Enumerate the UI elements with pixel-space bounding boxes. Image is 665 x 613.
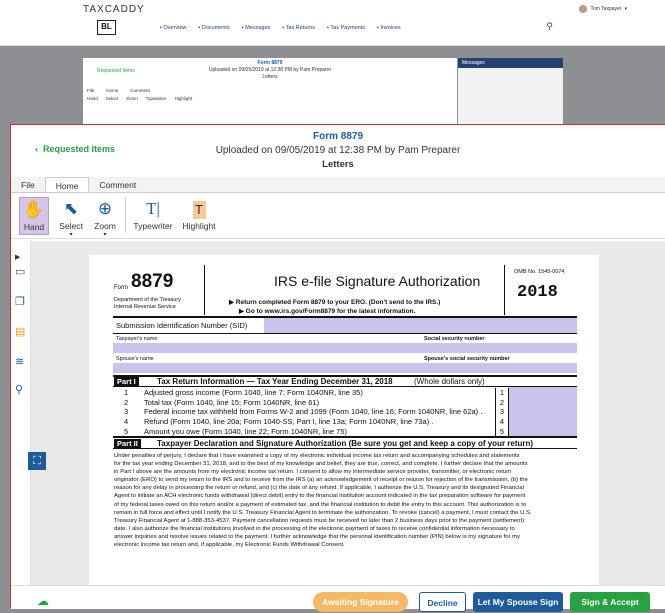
sid-label: Submission Identification Number (SID) [116, 321, 248, 330]
part1-box-numbers: 12345 [495, 388, 509, 437]
bg-uploaded: Uploaded on 09/05/2019 at 12:38 PM by Pa… [208, 67, 332, 73]
part1-amount-fields[interactable] [509, 387, 577, 436]
document-viewer[interactable]: Form 8879 Department of the Treasury Int… [31, 241, 665, 585]
part1-lines: Adjusted gross income (Form 1040, line 7… [144, 388, 482, 437]
avatar [579, 5, 588, 13]
brand-mark: BL [97, 20, 116, 35]
ssn-label: Social security number [424, 336, 485, 342]
omb-number: OMB No. 1545-0074 [514, 269, 565, 275]
toolbar-divider [125, 197, 126, 233]
modal-header: ‹ Requested Items Form 8879 Uploaded on … [11, 125, 665, 175]
part1-line-numbers: 12345 [124, 388, 129, 436]
spouse-name-label: Spouse's name [116, 356, 154, 362]
bg-tools: Hand Select Zoom Typewriter Highlight [87, 96, 193, 101]
main-nav: Overview Documents Messages Tax Returns … [160, 25, 400, 31]
part1-note: (Whole dollars only) [414, 377, 485, 386]
form-instruction-1: ▶ Return completed Form 8879 to your ERO… [229, 299, 441, 306]
cursor-icon: ⬉ [63, 199, 79, 218]
dept-label: Department of the Treasury [114, 297, 181, 303]
line-4-text: Refund (Form 1040, line 20a; Form 1040-S… [144, 417, 434, 427]
pages-icon[interactable]: ❐ [15, 295, 25, 308]
line-1-text: Adjusted gross income (Form 1040, line 7… [144, 388, 363, 397]
irs-label: Internal Revenue Service [114, 304, 176, 310]
upload-info: Uploaded on 09/05/2019 at 12:38 PM by Pa… [215, 145, 461, 156]
search-icon[interactable]: ⚲ [15, 383, 23, 396]
nav-tax-payments[interactable]: Tax Payments [327, 25, 365, 31]
ribbon-toolbar: ✋ Hand ⬉ Select ▾ ⊕ Zoom ▾ T| Typewriter T High… [11, 193, 665, 239]
spouse-name-field[interactable] [113, 363, 577, 373]
form-page: Form 8879 Department of the Treasury Int… [89, 255, 599, 585]
fullscreen-button[interactable]: ⛶ [28, 452, 46, 470]
tab-comment[interactable]: Comment [89, 177, 146, 192]
form-label: Form [114, 285, 128, 291]
typewriter-tool-button[interactable]: T| Typewriter [131, 197, 175, 231]
nav-invoices[interactable]: Invoices [377, 25, 400, 31]
comments-icon[interactable]: ▤ [15, 325, 25, 338]
sign-accept-button[interactable]: Sign & Accept [570, 592, 650, 612]
hand-tool-button[interactable]: ✋ Hand [19, 197, 49, 235]
bg-messages-panel: Messages [458, 58, 563, 128]
line-2-text: Total tax (Form 1040, line 15; Form 1040… [144, 397, 320, 407]
bg-category: Letters [262, 74, 278, 80]
search-icon[interactable]: ⚲ [546, 21, 553, 32]
layers-icon[interactable]: ≋ [15, 355, 24, 368]
part2-tag: Part II [114, 439, 141, 448]
line-3-text: Federal income tax withheld from Forms W… [144, 407, 483, 417]
nav-overview[interactable]: Overview [160, 25, 186, 31]
sid-field[interactable] [264, 318, 577, 333]
zoom-tool-button[interactable]: ⊕ Zoom ▾ [91, 197, 119, 238]
user-menu[interactable]: Tom Taxpayer ▾ [579, 5, 627, 13]
modal-footer: ☁ Awaiting Signature Decline Let My Spou… [11, 585, 665, 612]
select-tool-button[interactable]: ⬉ Select ▾ [57, 197, 85, 238]
part1-title: Tax Return Information — Tax Year Ending… [157, 377, 393, 386]
let-spouse-sign-button[interactable]: Let My Spouse Sign [473, 592, 563, 612]
awaiting-signature-badge: Awaiting Signature [313, 592, 408, 612]
document-title: Form 8879 [312, 131, 364, 142]
cloud-upload-icon[interactable]: ☁ [37, 594, 49, 608]
hand-icon: ✋ [23, 200, 45, 219]
spouse-ssn-label: Spouse's social security number [424, 356, 510, 362]
bg-title: Form 8879 [257, 60, 283, 66]
nav-messages[interactable]: Messages [242, 25, 270, 31]
part2-title: Taxpayer Declaration and Signature Autho… [157, 439, 534, 448]
form-number: 8879 [131, 271, 174, 292]
form-instruction-2: ▶ Go to www.irs.gov/Form8879 for the lat… [239, 308, 416, 315]
nav-tax-returns[interactable]: Tax Returns [282, 25, 315, 31]
bg-requested-link: Requested Items [97, 68, 135, 74]
highlight-tool-button[interactable]: T Highlight [179, 197, 219, 231]
left-sidebar: ▶ ▭ ❐ ▤ ≋ ⚲ [11, 241, 31, 585]
chevron-down-icon: ▾ [624, 6, 627, 12]
bg-tabs: File Home Comment [87, 88, 150, 93]
zoom-icon: ⊕ [97, 199, 113, 218]
tax-year: 2018 [517, 283, 558, 302]
tab-home[interactable]: Home [44, 177, 90, 192]
part1-tag: Part I [114, 377, 139, 386]
taxpayer-name-label: Taxpayer's name [116, 336, 158, 342]
app-logo: TAXCADDY [83, 4, 145, 15]
ribbon-tabs: File Home Comment [11, 177, 665, 193]
expand-arrow-icon[interactable]: ▶ [15, 253, 20, 261]
highlight-icon: T [179, 197, 219, 221]
document-category: Letters [322, 159, 354, 170]
document-modal: ‹ Requested Items Form 8879 Uploaded on … [10, 124, 665, 612]
decline-button[interactable]: Decline [419, 592, 466, 612]
page-thumbnail-icon[interactable]: ▭ [15, 265, 25, 278]
tab-file[interactable]: File [11, 177, 45, 192]
typewriter-icon: T| [146, 199, 160, 218]
form-title: IRS e-file Signature Authorization [274, 273, 481, 289]
taxpayer-name-field[interactable] [113, 343, 577, 353]
declaration-paragraph: Under penalties of perjury, I declare th… [114, 453, 532, 549]
nav-documents[interactable]: Documents [198, 25, 230, 31]
top-navigation: TAXCADDY Tom Taxpayer▾ BL Overview Docum… [0, 0, 665, 46]
